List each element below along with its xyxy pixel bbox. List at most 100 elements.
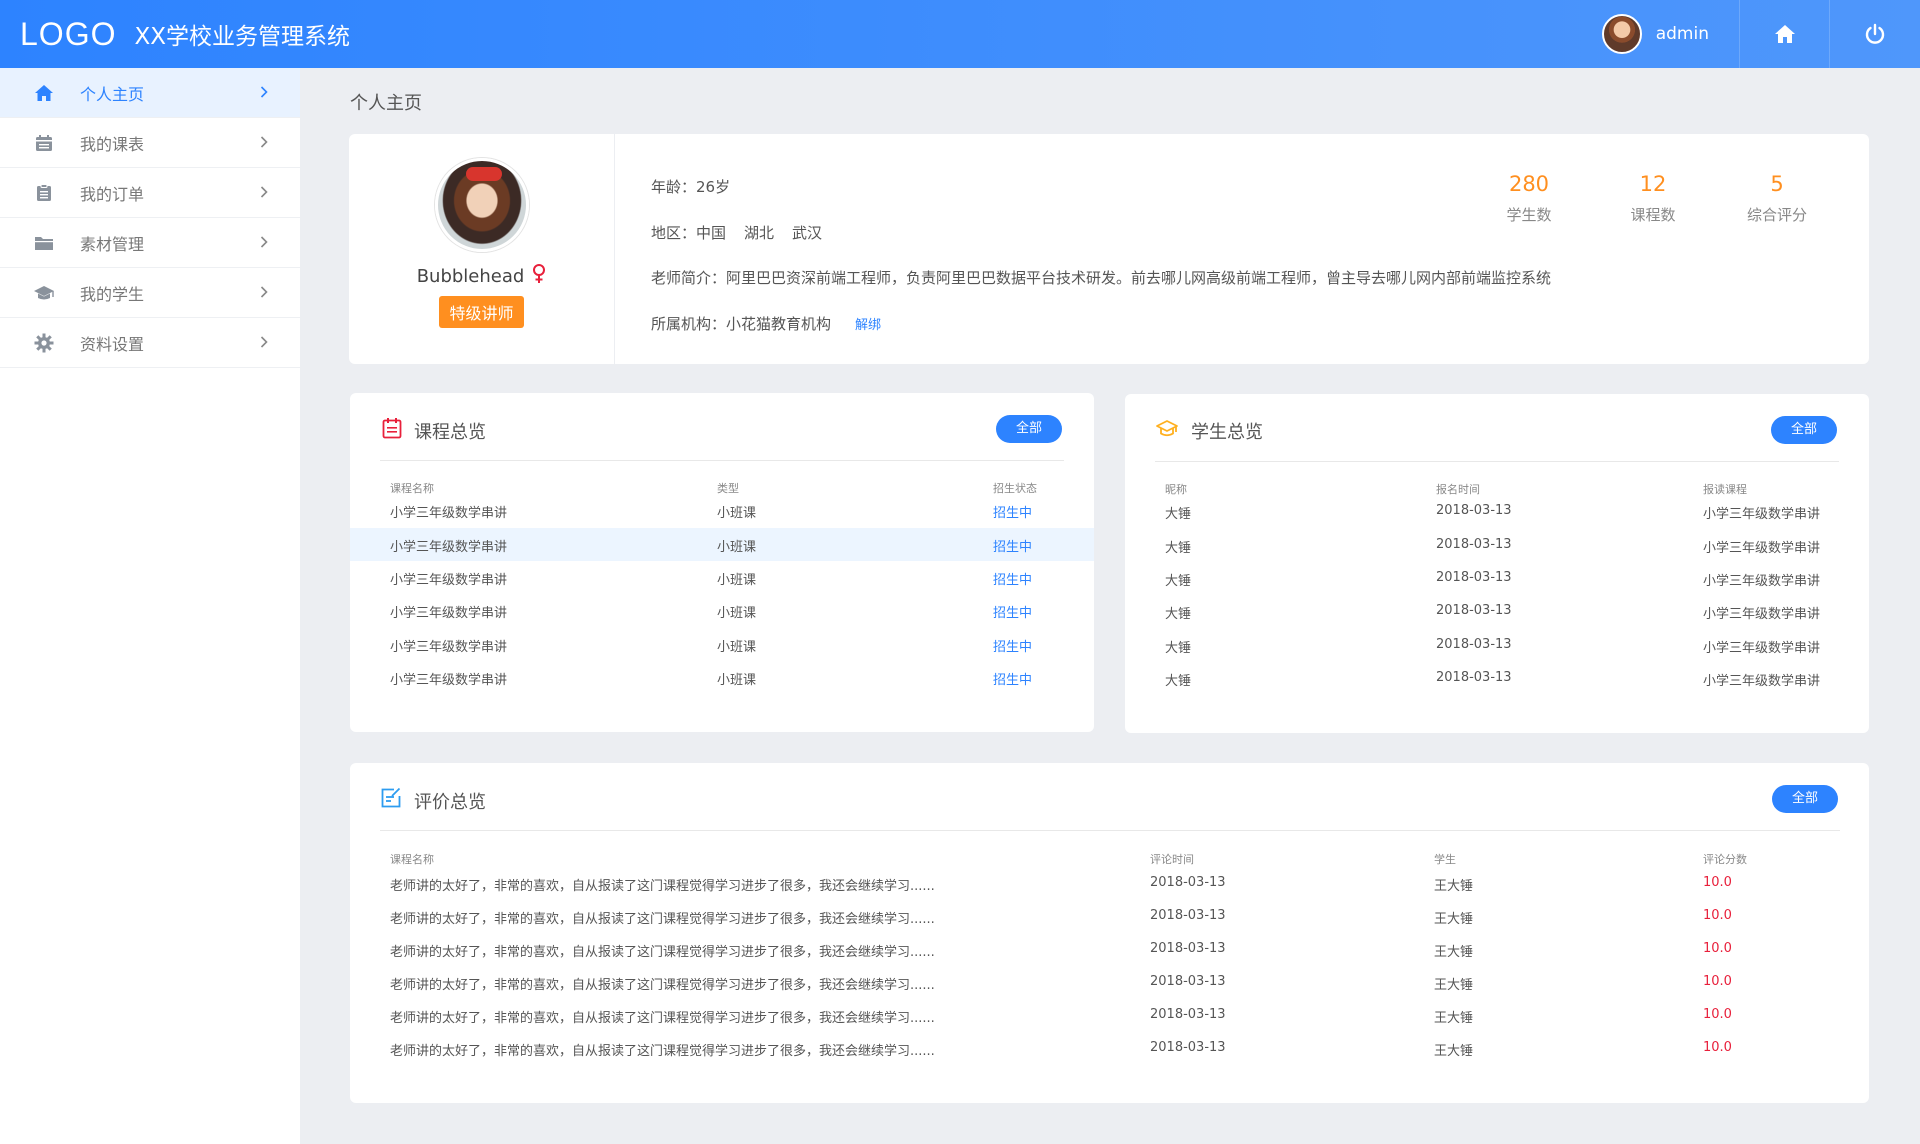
column-header: 课程名称	[390, 853, 434, 866]
courses-all-button[interactable]: 全部	[996, 415, 1062, 443]
course-type: 小班课	[717, 573, 757, 588]
enrolled-course: 小学三年级数学串讲	[1703, 574, 1821, 589]
table-row[interactable]: 老师讲的太好了，非常的喜欢，自从报读了这门课程觉得学习进步了很多，我还会继续学习…	[350, 1032, 1869, 1065]
graduation-cap-icon	[1155, 419, 1179, 444]
enroll-status[interactable]: 招生中	[993, 569, 1032, 588]
chevron-right-icon	[260, 233, 268, 252]
student-overview-card: 学生总览 全部 昵称 报名时间 报读课程 大锤 2018-03-13 小学三年级…	[1125, 394, 1869, 733]
sidebar-item-students[interactable]: 我的学生	[0, 268, 300, 318]
student-nickname: 大锤	[1165, 507, 1192, 522]
table-row[interactable]: 小学三年级数学串讲 小班课 招生中	[350, 594, 1094, 627]
chevron-right-icon	[260, 183, 268, 202]
course-overview-card: 课程总览 全部 课程名称 类型 招生状态 小学三年级数学串讲 小班课 招生中 小…	[350, 393, 1094, 732]
chevron-right-icon	[260, 83, 268, 102]
sidebar-item-label: 我的课表	[80, 134, 145, 154]
table-row[interactable]: 小学三年级数学串讲 小班课 招生中	[350, 661, 1094, 694]
table-row[interactable]: 老师讲的太好了，非常的喜欢，自从报读了这门课程觉得学习进步了很多，我还会继续学习…	[350, 999, 1869, 1032]
sidebar: 个人主页 我的课表 我的订单 素材管理 我的学生 资料设置	[0, 68, 300, 1144]
enroll-date: 2018-03-13	[1436, 637, 1512, 652]
column-header: 评论时间	[1150, 853, 1194, 866]
course-name: 小学三年级数学串讲	[390, 506, 508, 521]
section-title: 评价总览	[414, 791, 486, 813]
table-row[interactable]: 大锤 2018-03-13 小学三年级数学串讲	[1125, 662, 1869, 695]
enrolled-course: 小学三年级数学串讲	[1703, 641, 1821, 656]
user-name[interactable]: admin	[1656, 24, 1709, 44]
table-row[interactable]: 大锤 2018-03-13 小学三年级数学串讲	[1125, 495, 1869, 528]
table-row[interactable]: 老师讲的太好了，非常的喜欢，自从报读了这门课程觉得学习进步了很多，我还会继续学习…	[350, 867, 1869, 900]
divider	[1155, 461, 1839, 462]
table-row[interactable]: 小学三年级数学串讲 小班课 招生中	[350, 528, 1094, 561]
enroll-status[interactable]: 招生中	[993, 502, 1032, 521]
table-row[interactable]: 老师讲的太好了，非常的喜欢，自从报读了这门课程觉得学习进步了很多，我还会继续学习…	[350, 966, 1869, 999]
stat-students[interactable]: 280 学生数	[1467, 172, 1591, 225]
female-icon	[532, 264, 546, 288]
table-row[interactable]: 小学三年级数学串讲 小班课 招生中	[350, 561, 1094, 594]
profile-card: Bubblehead 特级讲师 年龄：26岁 地区：中国 湖北 武汉 老师简介：阿里…	[349, 134, 1869, 364]
stat-label: 课程数	[1630, 206, 1676, 224]
org-name: 小花猫教育机构	[726, 315, 832, 333]
divider	[380, 830, 1840, 831]
avatar[interactable]	[1601, 14, 1642, 54]
enroll-date: 2018-03-13	[1436, 570, 1512, 585]
stat-rating[interactable]: 5 综合评分	[1715, 172, 1839, 225]
home-icon	[1774, 25, 1795, 43]
table-row[interactable]: 小学三年级数学串讲 小班课 招生中	[350, 494, 1094, 527]
enroll-status[interactable]: 招生中	[993, 669, 1032, 688]
table-row[interactable]: 老师讲的太好了，非常的喜欢，自从报读了这门课程觉得学习进步了很多，我还会继续学习…	[350, 933, 1869, 966]
course-name: 小学三年级数学串讲	[390, 540, 508, 555]
table-row[interactable]: 大锤 2018-03-13 小学三年级数学串讲	[1125, 562, 1869, 595]
enroll-date: 2018-03-13	[1436, 670, 1512, 685]
student-nickname: 大锤	[1165, 541, 1192, 556]
org-row: 所属机构：小花猫教育机构 解绑	[651, 313, 899, 334]
enroll-date: 2018-03-13	[1436, 603, 1512, 618]
review-score: 10.0	[1703, 1040, 1732, 1055]
edit-note-icon	[380, 787, 402, 814]
enroll-status[interactable]: 招生中	[993, 602, 1032, 621]
intro-label: 老师简介：	[651, 269, 727, 287]
student-nickname: 大锤	[1165, 574, 1192, 589]
reviewer-name: 王大锤	[1434, 1044, 1474, 1059]
sidebar-item-materials[interactable]: 素材管理	[0, 218, 300, 268]
stat-value: 12	[1639, 172, 1667, 196]
intro-row: 老师简介：阿里巴巴资深前端工程师，负责阿里巴巴数据平台技术研发。前去哪儿网高级前…	[651, 267, 1569, 288]
students-all-button[interactable]: 全部	[1771, 416, 1837, 444]
stat-label: 学生数	[1506, 206, 1552, 224]
table-row[interactable]: 大锤 2018-03-13 小学三年级数学串讲	[1125, 629, 1869, 662]
user-menu[interactable]: admin	[1584, 0, 1740, 68]
enroll-status[interactable]: 招生中	[993, 536, 1032, 555]
enroll-date: 2018-03-13	[1436, 537, 1512, 552]
logout-button[interactable]	[1830, 0, 1920, 68]
enrolled-course: 小学三年级数学串讲	[1703, 507, 1821, 522]
reviewer-name: 王大锤	[1434, 879, 1474, 894]
review-date: 2018-03-13	[1150, 1007, 1226, 1022]
calendar-icon	[32, 131, 56, 155]
sidebar-item-settings[interactable]: 资料设置	[0, 318, 300, 368]
sidebar-item-schedule[interactable]: 我的课表	[0, 118, 300, 168]
sidebar-item-home[interactable]: 个人主页	[0, 68, 300, 118]
course-type: 小班课	[717, 606, 757, 621]
column-header: 评论分数	[1703, 853, 1747, 866]
enroll-status[interactable]: 招生中	[993, 636, 1032, 655]
student-nickname: 大锤	[1165, 607, 1192, 622]
sidebar-item-label: 我的订单	[80, 184, 145, 204]
profile-identity: Bubblehead 特级讲师	[349, 134, 615, 364]
review-text: 老师讲的太好了，非常的喜欢，自从报读了这门课程觉得学习进步了很多，我还会继续学习…	[390, 912, 935, 927]
review-date: 2018-03-13	[1150, 875, 1226, 890]
home-button[interactable]	[1740, 0, 1830, 68]
reviewer-name: 王大锤	[1434, 945, 1474, 960]
sidebar-item-orders[interactable]: 我的订单	[0, 168, 300, 218]
table-row[interactable]: 小学三年级数学串讲 小班课 招生中	[350, 628, 1094, 661]
review-score: 10.0	[1703, 875, 1732, 890]
table-row[interactable]: 大锤 2018-03-13 小学三年级数学串讲	[1125, 529, 1869, 562]
teacher-stats: 280 学生数 12 课程数 5 综合评分	[1467, 172, 1839, 225]
region-row: 地区：中国 湖北 武汉	[651, 222, 840, 243]
table-row[interactable]: 大锤 2018-03-13 小学三年级数学串讲	[1125, 595, 1869, 628]
stat-courses[interactable]: 12 课程数	[1591, 172, 1715, 225]
unbind-link[interactable]: 解绑	[855, 318, 881, 333]
region-label: 地区：	[651, 224, 697, 242]
enrolled-course: 小学三年级数学串讲	[1703, 674, 1821, 689]
reviews-all-button[interactable]: 全部	[1772, 785, 1838, 813]
logo[interactable]: LOGO	[20, 16, 116, 53]
table-row[interactable]: 老师讲的太好了，非常的喜欢，自从报读了这门课程觉得学习进步了很多，我还会继续学习…	[350, 900, 1869, 933]
calendar-icon	[382, 417, 402, 444]
